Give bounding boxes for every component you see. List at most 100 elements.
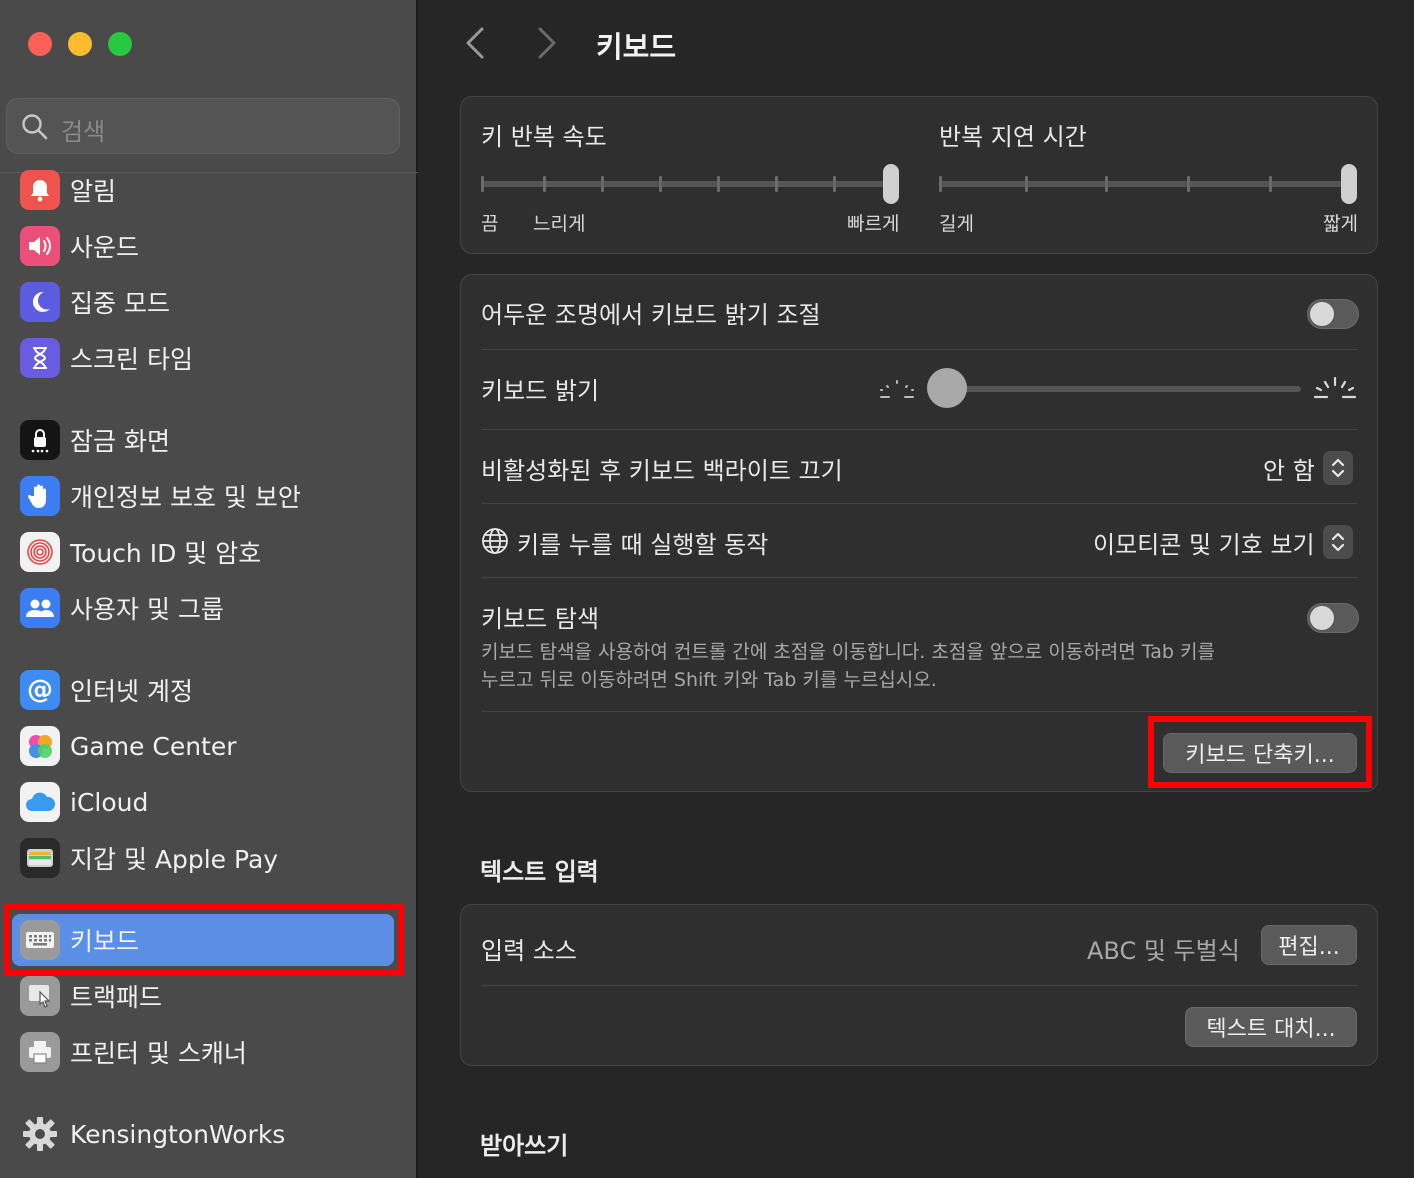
speaker-icon — [20, 226, 60, 266]
brightness-low-icon — [880, 380, 914, 398]
trackpad-icon — [20, 976, 60, 1016]
keyboard-nav-description-2: 누르고 뒤로 이동하려면 Shift 키와 Tab 키를 누르십시오. — [481, 669, 937, 691]
hand-icon — [20, 476, 60, 516]
page-title: 키보드 — [596, 30, 677, 64]
repeat-delay-knob[interactable] — [1341, 164, 1357, 204]
sidebar-item-label: iCloud — [70, 787, 149, 817]
globe-key-label: 키를 누를 때 실행할 동작 — [517, 531, 769, 559]
backlight-off-value: 안 함 — [1263, 457, 1315, 485]
backlight-off-label: 비활성화된 후 키보드 백라이트 끄기 — [481, 457, 843, 485]
minimize-window-button[interactable] — [68, 32, 92, 56]
sidebar-item-internet-accounts[interactable]: @ 인터넷 계정 — [12, 664, 394, 716]
sidebar-item-label: 사운드 — [70, 233, 140, 262]
sidebar-item-label: 사용자 및 그룹 — [70, 595, 224, 624]
sidebar-item-wallet[interactable]: 지갑 및 Apple Pay — [12, 832, 394, 884]
input-source-label: 입력 소스 — [481, 937, 577, 965]
wallet-icon — [20, 838, 60, 878]
keyboard-nav-label: 키보드 탐색 — [481, 605, 600, 633]
repeat-delay-label: 반복 지연 시간 — [939, 123, 1087, 151]
sidebar-item-touch-id[interactable]: Touch ID 및 암호 — [12, 526, 394, 578]
edit-input-sources-button[interactable]: 편집... — [1261, 925, 1357, 965]
keyboard-nav-description-1: 키보드 탐색을 사용하여 컨트롤 간에 초점을 이동합니다. 초점을 앞으로 이… — [481, 641, 1215, 663]
sidebar-item-sound[interactable]: 사운드 — [12, 220, 394, 272]
shortcuts-highlight-box — [1148, 716, 1372, 788]
row-divider — [481, 503, 1357, 504]
brightness-high-icon — [1313, 376, 1357, 399]
globe-icon — [482, 528, 508, 554]
at-icon: @ — [20, 670, 60, 710]
search-icon — [22, 114, 48, 140]
zoom-window-button[interactable] — [108, 32, 132, 56]
sidebar-item-label: 집중 모드 — [70, 289, 170, 318]
row-divider — [481, 429, 1357, 430]
row-divider — [481, 985, 1357, 986]
printer-icon — [20, 1032, 60, 1072]
auto-brightness-toggle[interactable] — [1307, 299, 1359, 329]
updown-chevron-icon — [1323, 525, 1353, 559]
fingerprint-icon — [20, 532, 60, 572]
row-divider — [481, 349, 1357, 350]
updown-chevron-icon — [1323, 451, 1353, 485]
keyboard-nav-toggle[interactable] — [1307, 603, 1359, 633]
close-window-button[interactable] — [28, 32, 52, 56]
search-placeholder: 검색 — [61, 118, 106, 146]
sidebar-item-privacy-security[interactable]: 개인정보 보호 및 보안 — [12, 470, 394, 522]
sidebar: 검색 알림 사운드 집중 모드 스크린 타임 잠금 화면 개인정보 보호 및 보… — [0, 0, 418, 1178]
sidebar-item-icloud[interactable]: iCloud — [12, 776, 394, 828]
sidebar-item-label: 지갑 및 Apple Pay — [70, 845, 279, 874]
keyboard-highlight-box — [4, 904, 404, 976]
main-content: 키보드 키 반복 속도 끔 느리게 빠르게 반복 지연 시간 길게 짧게 어두운… — [420, 0, 1414, 1178]
sidebar-item-label: Game Center — [70, 731, 237, 761]
back-button[interactable] — [464, 26, 486, 69]
key-repeat-rate-label: 키 반복 속도 — [481, 123, 607, 151]
sidebar-item-notifications[interactable]: 알림 — [12, 164, 394, 216]
auto-brightness-label: 어두운 조명에서 키보드 밝기 조절 — [481, 301, 821, 329]
sidebar-item-label: 인터넷 계정 — [70, 677, 193, 706]
delay-short-label: 짧게 — [1323, 213, 1358, 235]
game-center-icon — [20, 726, 60, 766]
keyboard-brightness-label: 키보드 밝기 — [481, 377, 600, 405]
sidebar-item-users-groups[interactable]: 사용자 및 그룹 — [12, 582, 394, 634]
sidebar-item-screen-time[interactable]: 스크린 타임 — [12, 332, 394, 384]
key-repeat-rate-knob[interactable] — [883, 164, 899, 204]
moon-icon — [20, 282, 60, 322]
users-icon — [20, 588, 60, 628]
sidebar-item-label: 잠금 화면 — [70, 427, 170, 456]
sidebar-item-label: 스크린 타임 — [70, 345, 193, 374]
chevron-left-icon — [466, 27, 484, 59]
text-input-panel: 입력 소스 ABC 및 두벌식 편집... 텍스트 대치... — [460, 904, 1378, 1066]
sidebar-item-label: 개인정보 보호 및 보안 — [70, 483, 301, 512]
chevron-right-icon — [538, 27, 556, 59]
keyboard-brightness-knob[interactable] — [927, 368, 967, 408]
bell-icon — [20, 170, 60, 210]
sidebar-item-label: KensingtonWorks — [70, 1119, 286, 1149]
search-input[interactable]: 검색 — [6, 98, 400, 154]
sidebar-item-printers[interactable]: 프린터 및 스캐너 — [12, 1026, 394, 1078]
rate-slow-label: 느리게 — [533, 213, 586, 235]
key-repeat-panel: 키 반복 속도 끔 느리게 빠르게 반복 지연 시간 길게 짧게 — [460, 96, 1378, 254]
sidebar-item-label: Touch ID 및 암호 — [70, 539, 262, 568]
gear-icon — [20, 1114, 60, 1154]
sidebar-item-label: 트랙패드 — [70, 983, 163, 1012]
sidebar-item-kensingtonworks[interactable]: KensingtonWorks — [12, 1108, 394, 1160]
keyboard-settings-panel: 어두운 조명에서 키보드 밝기 조절 키보드 밝기 비활성화된 후 키보드 백라… — [460, 274, 1378, 792]
sidebar-item-lock-screen[interactable]: 잠금 화면 — [12, 414, 394, 466]
hourglass-icon — [20, 338, 60, 378]
globe-key-value: 이모티콘 및 기호 보기 — [1093, 531, 1315, 559]
row-divider — [481, 577, 1357, 578]
sidebar-item-trackpad[interactable]: 트랙패드 — [12, 970, 394, 1022]
sidebar-item-label: 프린터 및 스캐너 — [70, 1039, 247, 1068]
dictation-heading: 받아쓰기 — [480, 1132, 569, 1160]
lock-icon — [20, 420, 60, 460]
cloud-icon — [20, 782, 60, 822]
rate-fast-label: 빠르게 — [847, 213, 900, 235]
row-divider — [481, 711, 1357, 712]
sidebar-item-focus[interactable]: 집중 모드 — [12, 276, 394, 328]
sidebar-item-label: 알림 — [70, 177, 117, 206]
sidebar-item-game-center[interactable]: Game Center — [12, 720, 394, 772]
rate-off-label: 끔 — [481, 213, 499, 235]
text-replacements-button[interactable]: 텍스트 대치... — [1185, 1007, 1357, 1047]
input-source-value: ABC 및 두벌식 — [1087, 937, 1240, 965]
forward-button[interactable] — [536, 26, 558, 69]
delay-long-label: 길게 — [939, 213, 974, 235]
